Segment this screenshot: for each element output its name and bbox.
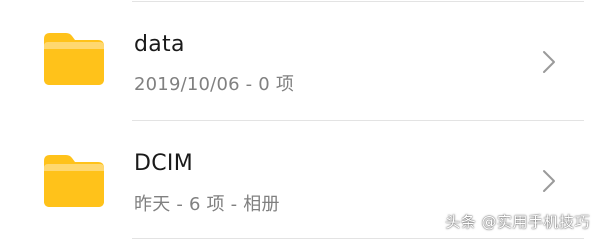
folder-icon xyxy=(44,33,104,85)
file-name: data xyxy=(134,32,185,57)
file-list-screen: data 2019/10/06 - 0 项 DCIM 昨天 - 6 项 - 相册… xyxy=(0,0,600,240)
watermark: 头条 @实用手机技巧 xyxy=(445,213,590,231)
file-list-item-data[interactable]: data 2019/10/06 - 0 项 xyxy=(0,2,600,120)
file-meta: 2019/10/06 - 0 项 xyxy=(134,74,295,95)
list-divider xyxy=(132,238,584,239)
chevron-right-icon xyxy=(543,51,555,73)
folder-icon xyxy=(44,155,104,207)
file-meta: 昨天 - 6 项 - 相册 xyxy=(134,194,280,215)
file-name: DCIM xyxy=(134,151,193,176)
chevron-right-icon xyxy=(543,170,555,192)
